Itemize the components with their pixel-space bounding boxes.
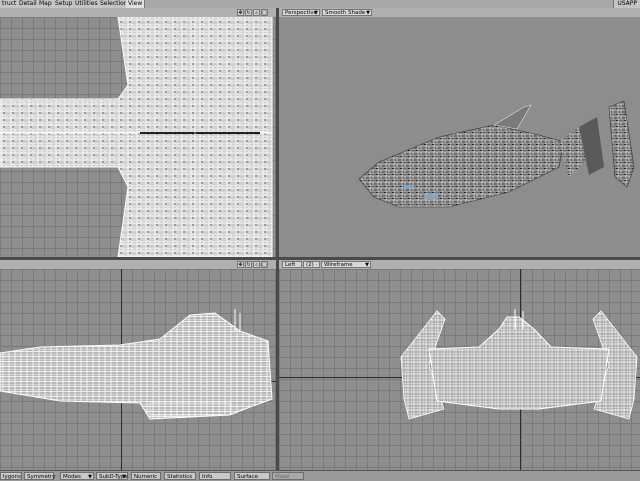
chevron-down-icon: ▼ (365, 262, 369, 268)
projection-dropdown[interactable]: Left (282, 261, 302, 268)
move-icon[interactable]: ✥ (237, 9, 244, 16)
viewport-top[interactable]: ✥ ↻ ⌕ ▢ (0, 8, 276, 257)
chevron-down-icon: ▼ (366, 10, 370, 16)
viewport-divider-vertical[interactable] (276, 8, 279, 470)
shading-dropdown[interactable]: Wireframe ▼ (321, 261, 371, 268)
app-title: USAPP (613, 0, 640, 8)
move-icon[interactable]: ✥ (237, 261, 244, 268)
camera-dropdown[interactable]: (2) · (303, 261, 320, 268)
viewport-top-canvas[interactable] (0, 17, 276, 257)
symmetry-button[interactable]: Symmetry (24, 472, 56, 480)
info-button[interactable]: Info (199, 472, 231, 480)
numeric-button[interactable]: Numeric (131, 472, 161, 480)
viewport-divider-horizontal[interactable] (0, 257, 640, 260)
maximize-icon[interactable]: ▢ (261, 9, 268, 16)
zoom-icon[interactable]: ⌕ (253, 261, 260, 268)
maximize-icon[interactable]: ▢ (261, 261, 268, 268)
surface-button[interactable]: Surface (234, 472, 270, 480)
bottom-toolbar: lygons Symmetry Modes ▼ SubD-Type ▼ Numeri… (0, 470, 640, 481)
projection-dropdown[interactable]: Perspective ▼ (282, 9, 320, 16)
ship-wireframe-front (0, 309, 273, 420)
viewport-left-canvas[interactable] (279, 269, 640, 470)
zoom-icon[interactable]: ⌕ (253, 9, 260, 16)
modes-dropdown[interactable]: Modes ▼ (60, 472, 94, 480)
tab-view[interactable]: View (126, 0, 146, 8)
viewport-front-canvas[interactable] (0, 269, 276, 470)
viewport-perspective-canvas[interactable] (279, 17, 640, 257)
viewport-perspective[interactable]: Perspective ▼ Smooth Shade ▼ (279, 8, 640, 257)
tab-utilities[interactable]: Utilities (73, 0, 101, 8)
rotate-icon[interactable]: ↻ (245, 9, 252, 16)
ship-shaded-perspective (358, 100, 635, 208)
statistics-button[interactable]: Statistics (164, 472, 196, 480)
viewport-front[interactable]: ✥ ↻ ⌕ ▢ (0, 260, 276, 470)
chevron-down-icon: ▼ (314, 10, 318, 16)
polygons-button[interactable]: lygons (0, 472, 22, 480)
shading-dropdown[interactable]: Smooth Shade ▼ (322, 9, 372, 16)
rotate-icon[interactable]: ↻ (245, 261, 252, 268)
viewport-left[interactable]: Left (2) · Wireframe ▼ (279, 260, 640, 470)
make-button[interactable]: Make (272, 472, 304, 480)
ship-wireframe-top (0, 17, 273, 257)
ship-wireframe-left (400, 309, 638, 420)
subd-type-dropdown[interactable]: SubD-Type ▼ (96, 472, 128, 480)
